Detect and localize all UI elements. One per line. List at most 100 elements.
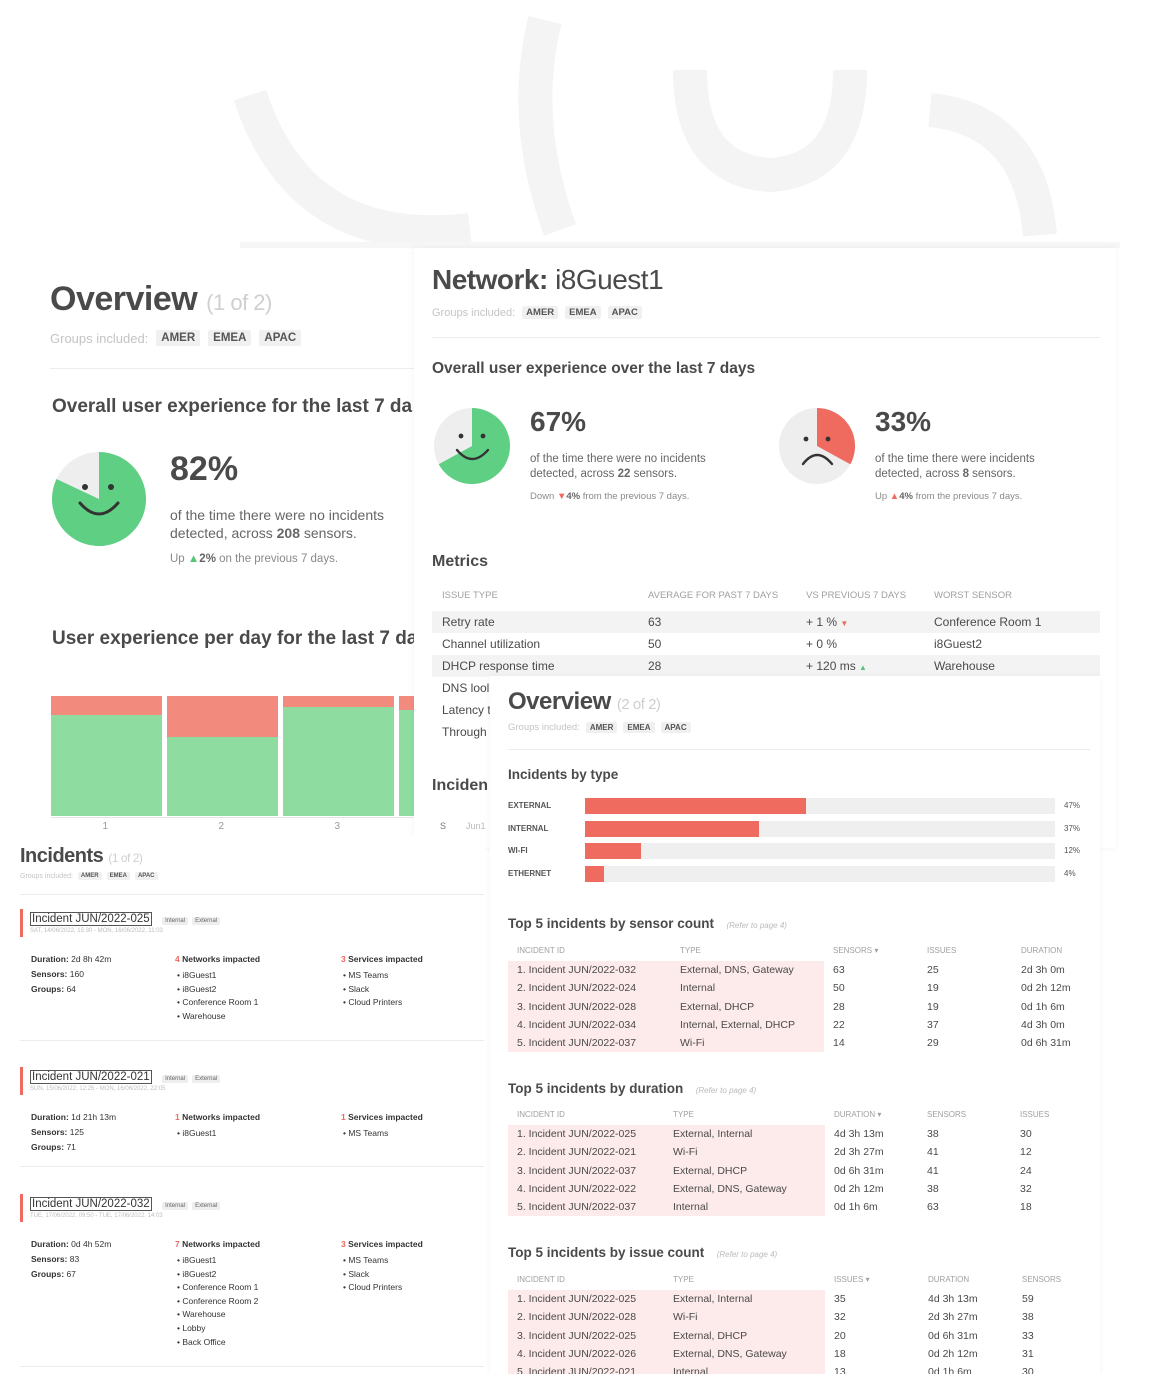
page-title: Overview (2 of 2) xyxy=(508,688,661,716)
count: 7 xyxy=(175,1239,180,1249)
table-row[interactable]: 2. Incident JUN/2022-021 Wi-Fi 2d 3h 27m 41… xyxy=(508,1143,1090,1162)
incident-id[interactable]: Incident JUN/2022-021 xyxy=(30,1070,152,1084)
description-line: detected, across 208 sensors. xyxy=(170,524,384,542)
list-item: Slack xyxy=(343,983,423,997)
networks-header: 7 Networks impacted xyxy=(175,1237,260,1252)
groups-label: Groups included: xyxy=(508,722,580,733)
section-heading: Inciden xyxy=(432,777,489,794)
bar-label: WI-FI xyxy=(508,846,528,855)
services-impacted: 1 Services impacted MS Teams xyxy=(341,1110,423,1141)
chart-bar-partial xyxy=(399,696,414,816)
trend-value: 4% xyxy=(566,491,581,502)
cell: Wi-Fi xyxy=(664,1308,825,1327)
divider xyxy=(20,1366,484,1367)
bar-segment-no-incidents xyxy=(167,736,278,816)
cell: 12 xyxy=(1020,1146,1032,1159)
table-row: Channel utilization 50 + 0 % i8Guest2 xyxy=(432,633,1100,655)
cell: 2d 3h 27m xyxy=(928,1311,978,1324)
cell: 28 xyxy=(833,1000,845,1013)
list-item: i8Guest1 xyxy=(177,1127,260,1141)
incidents-page-number: (1 of 2) xyxy=(108,851,143,865)
cell: 0d 6h 31m xyxy=(834,1164,884,1177)
groups-included: Groups included: AMER EMEA APAC xyxy=(20,872,158,880)
cell: 5. Incident JUN/2022-021 xyxy=(508,1363,664,1374)
table-row[interactable]: 3. Incident JUN/2022-028 External, DHCP 28… xyxy=(508,997,1090,1016)
column-header: Incident ID xyxy=(517,1275,565,1284)
cell: 0d 2h 12m xyxy=(928,1348,978,1361)
table-row[interactable]: 1. Incident JUN/2022-025 External, Intern… xyxy=(508,1125,1090,1144)
table-row[interactable]: 1. Incident JUN/2022-032 External, DNS, G… xyxy=(508,961,1090,980)
table-row[interactable]: 3. Incident JUN/2022-025 External, DHCP 20… xyxy=(508,1326,1090,1345)
group-chip: AMER xyxy=(585,722,618,733)
page-reference: (Refer to page 4) xyxy=(716,1250,778,1259)
network-title: Network: xyxy=(432,264,548,295)
severity-bar xyxy=(20,909,23,937)
table-row[interactable]: 4. Incident JUN/2022-026 External, DNS, G… xyxy=(508,1344,1090,1364)
group-chip: EMEA xyxy=(208,330,252,346)
bar-value: 47% xyxy=(1064,801,1081,810)
table-row: Retry rate 63 + 1 % ▼ Conference Room 1 xyxy=(432,611,1100,633)
table-row[interactable]: 2. Incident JUN/2022-028 Wi-Fi 32 2d 3h 27m… xyxy=(508,1308,1090,1327)
label: Services impacted xyxy=(348,1239,423,1249)
cell: 38 xyxy=(927,1128,939,1141)
top5-sensor-table: Incident ID Type Sensors ▾ Issues Durati… xyxy=(508,946,1090,1053)
groups-included: Groups included: AMER EMEA APAC xyxy=(50,330,302,346)
stat-value: 125 xyxy=(69,1127,84,1137)
page-reference: (Refer to page 4) xyxy=(726,921,787,930)
stat-line: Groups: 71 xyxy=(31,1140,116,1155)
chart-x-labels: 1 2 3 xyxy=(51,821,414,833)
count: 1 xyxy=(175,1112,180,1122)
incident-id[interactable]: Incident JUN/2022-032 xyxy=(30,1197,152,1211)
cell: 30 xyxy=(1022,1366,1034,1374)
table-row[interactable]: 1. Incident JUN/2022-025 External, Intern… xyxy=(508,1290,1090,1309)
table-row[interactable]: 3. Incident JUN/2022-037 External, DHCP 0d… xyxy=(508,1161,1090,1180)
tag: Internal xyxy=(162,1202,189,1210)
cell: 18 xyxy=(834,1348,846,1361)
list-item: i8Guest2 xyxy=(177,983,260,997)
table-header-row: Incident ID Type Issues ▾ Duration Senso… xyxy=(508,1275,1090,1290)
cell-value: + 120 ms xyxy=(806,659,856,673)
cell: 37 xyxy=(927,1019,939,1032)
table-row[interactable]: 5. Incident JUN/2022-021 Internal 13 0d 1h … xyxy=(508,1363,1090,1374)
bar-fill xyxy=(585,798,806,814)
list-item: Warehouse xyxy=(177,1308,260,1322)
table-row[interactable]: 5. Incident JUN/2022-037 Wi-Fi 14 29 0d 6h 3… xyxy=(508,1034,1090,1053)
cell: 4. Incident JUN/2022-026 xyxy=(508,1344,664,1364)
stat-line: Groups: 67 xyxy=(31,1267,111,1282)
list-item: MS Teams xyxy=(343,969,423,983)
service-list: MS Teams xyxy=(343,1127,423,1141)
table-row[interactable]: 4. Incident JUN/2022-034 Internal, Extern… xyxy=(508,1015,1090,1035)
table-row[interactable]: 5. Incident JUN/2022-037 Internal 0d 1h 6m… xyxy=(508,1198,1090,1217)
group-chip: APAC xyxy=(607,306,642,319)
count: 3 xyxy=(341,1239,346,1249)
list-item: i8Guest2 xyxy=(177,1268,260,1282)
incident-id[interactable]: Incident JUN/2022-025 xyxy=(30,912,152,926)
stat-value: 67 xyxy=(66,1269,76,1279)
table-row[interactable]: 4. Incident JUN/2022-022 External, DNS, G… xyxy=(508,1179,1090,1199)
column-header: Sensors xyxy=(1022,1275,1062,1284)
description-line: of the time there were incidents xyxy=(875,453,1035,465)
cell: 5. Incident JUN/2022-037 xyxy=(508,1034,671,1053)
text: detected, across xyxy=(530,468,618,480)
stat-line: Duration: 1d 21h 13m xyxy=(31,1110,116,1125)
column-header: Duration ▾ xyxy=(834,1110,882,1119)
overview-title: Overview xyxy=(50,280,198,318)
list-item: Lobby xyxy=(177,1322,260,1336)
bar-segment-incidents xyxy=(399,696,414,710)
stat-label: Duration: xyxy=(31,1239,69,1249)
groups-label: Groups included: xyxy=(50,330,149,346)
overview-title: Overview xyxy=(508,688,611,715)
incident-stats: Duration: 2d 8h 42m Sensors: 160 Groups:… xyxy=(31,952,111,997)
divider xyxy=(20,1166,484,1167)
bar-fill xyxy=(585,843,642,859)
stat-value: 64 xyxy=(66,984,76,994)
cell: Internal xyxy=(664,1198,825,1217)
cell: 0d 1h 6m xyxy=(1021,1000,1065,1013)
text: detected, across xyxy=(170,525,277,541)
groups-label: Groups included: xyxy=(20,872,73,880)
label: Networks impacted xyxy=(182,1239,261,1249)
table-row[interactable]: 2. Incident JUN/2022-024 Internal 50 19 0d 2… xyxy=(508,979,1090,998)
cell: DHCP response time xyxy=(432,655,638,677)
cell: 63 xyxy=(927,1201,939,1214)
text: detected, across xyxy=(875,468,963,480)
